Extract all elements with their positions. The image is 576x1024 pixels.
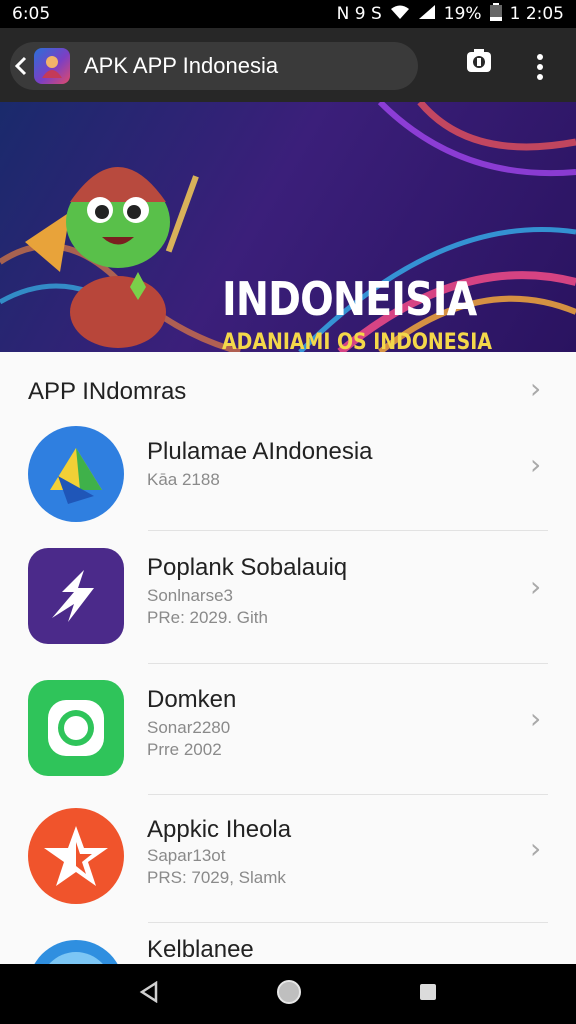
chevron-right-icon[interactable]: ›: [530, 702, 541, 735]
signal-icon: [418, 4, 436, 25]
status-time: 6:05: [12, 4, 51, 24]
app-meta: Sapar13ot: [147, 846, 226, 865]
more-vert-icon[interactable]: [528, 50, 552, 84]
list-item[interactable]: Kelblanee: [0, 928, 576, 964]
app-icon: [28, 426, 124, 522]
app-icon: [28, 680, 124, 776]
list-item[interactable]: Domken Sonar2280 Prre 2002 ›: [0, 664, 576, 796]
app-meta: Sonar2280: [147, 718, 231, 737]
section-title[interactable]: APP INdomras: [28, 378, 186, 406]
home-circle-icon[interactable]: [276, 979, 302, 1010]
status-clock-right: 1 2:05: [509, 4, 564, 24]
camera-icon[interactable]: [464, 46, 494, 76]
app-meta: Kāa 2188: [147, 470, 220, 489]
app-meta: PRe: 2029. Gith: [147, 608, 268, 627]
divider: [148, 794, 548, 795]
back-triangle-icon[interactable]: [138, 980, 160, 1008]
app-logo-icon: [34, 48, 70, 84]
chevron-right-icon[interactable]: ›: [530, 448, 541, 481]
status-icons: N 9 S: [336, 4, 382, 24]
banner-title: INDONEISIA: [222, 272, 477, 326]
app-name: Plulamae AIndonesia: [147, 438, 373, 465]
page-title: APK APP Indonesia: [84, 53, 279, 78]
app-icon: [28, 548, 124, 644]
top-app-bar: APK APP Indonesia: [0, 28, 576, 102]
app-name: Appkic Iheola: [147, 816, 292, 843]
chevron-right-icon[interactable]: ›: [530, 570, 541, 603]
battery-icon: [489, 2, 502, 26]
divider: [148, 922, 548, 923]
banner-subtitle: ADANIAMI OS INDONESIA: [222, 330, 492, 352]
status-bar: 6:05 N 9 S 19% 1 2:05: [0, 0, 576, 28]
app-icon: [34, 940, 118, 964]
app-name: Domken: [147, 686, 237, 713]
list-item[interactable]: Plulamae AIndonesia Kāa 2188 ›: [0, 414, 576, 546]
promo-banner[interactable]: INDONEISIA ADANIAMI OS INDONESIA: [0, 102, 576, 352]
list-item[interactable]: Poplank Sobalauiq Sonlnarse3 PRe: 2029. …: [0, 532, 576, 664]
app-title-pill[interactable]: APK APP Indonesia: [10, 42, 418, 90]
app-meta: PRS: 7029, Slamk: [147, 868, 286, 887]
chevron-right-icon[interactable]: ›: [530, 832, 541, 865]
system-nav-bar: [0, 964, 576, 1024]
battery-percent: 19%: [443, 4, 482, 24]
app-meta: Sonlnarse3: [147, 586, 234, 605]
wifi-icon: [390, 4, 410, 25]
recents-square-icon[interactable]: [418, 982, 438, 1007]
app-list: APP INdomras › Plulamae AIndonesia Kāa 2…: [0, 352, 576, 964]
app-icon: [28, 808, 124, 904]
app-name: Kelblanee: [147, 936, 254, 963]
app-name: Poplank Sobalauiq: [147, 554, 348, 581]
chevron-left-icon[interactable]: [10, 42, 32, 90]
chevron-right-icon[interactable]: ›: [530, 372, 541, 405]
divider: [148, 530, 548, 531]
app-meta: Prre 2002: [147, 740, 222, 759]
list-item[interactable]: Appkic Iheola Sapar13ot PRS: 7029, Slamk…: [0, 796, 576, 928]
